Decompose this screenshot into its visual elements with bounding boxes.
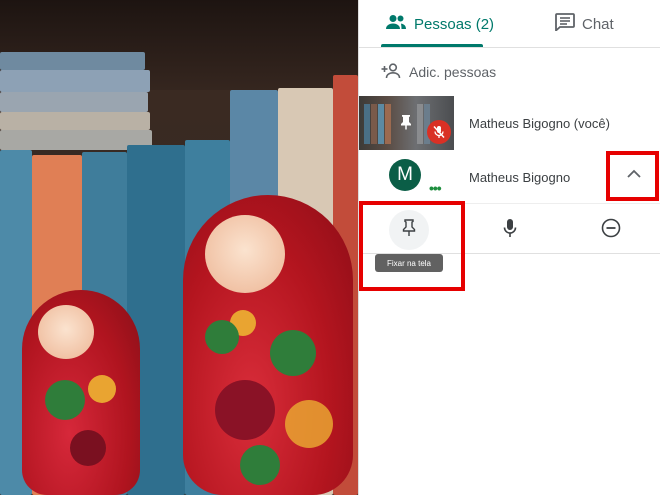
remove-participant-button[interactable] xyxy=(591,210,631,250)
speaking-indicator: ••• xyxy=(429,180,442,196)
pin-icon xyxy=(402,218,416,242)
small-doll-face xyxy=(38,305,94,359)
doll-flower xyxy=(240,445,280,485)
pin-icon xyxy=(399,114,413,130)
main-video-feed xyxy=(0,0,358,495)
active-tab-indicator xyxy=(381,44,483,47)
participant-name: Matheus Bigogno xyxy=(469,170,571,185)
doll-flower xyxy=(270,330,316,376)
book-spine xyxy=(371,104,377,144)
doll-flower xyxy=(205,320,239,354)
people-icon xyxy=(385,14,407,34)
participant-row-self[interactable]: Matheus Bigogno (você) xyxy=(359,96,660,150)
doll-flower xyxy=(88,375,116,403)
add-person-icon xyxy=(381,62,403,82)
people-panel: Pessoas (2) Chat Adic. pessoas Matheus B… xyxy=(358,0,660,495)
pin-to-screen-button[interactable] xyxy=(389,210,429,250)
add-people-label: Adic. pessoas xyxy=(409,64,497,80)
participant-row[interactable]: M ••• Matheus Bigogno xyxy=(359,150,660,202)
book-stack xyxy=(0,70,150,92)
doll-flower xyxy=(70,430,106,466)
mic-icon xyxy=(503,218,517,243)
mute-participant-button[interactable] xyxy=(490,210,530,250)
doll-flower xyxy=(215,380,275,440)
chevron-up-icon xyxy=(627,165,641,183)
participant-video-thumbnail xyxy=(359,96,454,150)
tab-people-label: Pessoas (2) xyxy=(414,15,495,33)
book-stack xyxy=(0,92,148,112)
tab-chat-label: Chat xyxy=(582,15,614,33)
large-doll-face xyxy=(205,215,285,293)
book-spine xyxy=(378,104,384,144)
pin-tooltip: Fixar na tela xyxy=(375,254,443,272)
add-people-button[interactable]: Adic. pessoas xyxy=(381,58,496,86)
chat-icon xyxy=(555,13,575,35)
mic-off-icon xyxy=(427,120,451,144)
tab-people[interactable]: Pessoas (2) xyxy=(385,0,494,48)
participant-name: Matheus Bigogno (você) xyxy=(469,116,610,131)
panel-tabs: Pessoas (2) Chat xyxy=(359,0,660,48)
book-stack xyxy=(0,52,145,70)
book-stack xyxy=(0,112,150,130)
avatar: M xyxy=(389,159,421,191)
avatar-letter: M xyxy=(397,164,413,185)
book-spine xyxy=(364,104,370,144)
book-spine xyxy=(417,104,423,144)
tab-chat[interactable]: Chat xyxy=(555,0,614,48)
collapse-participant-button[interactable] xyxy=(609,150,659,198)
participant-actions xyxy=(359,203,660,254)
doll-flower xyxy=(45,380,85,420)
remove-icon xyxy=(601,218,621,243)
book-spine xyxy=(385,104,391,144)
doll-flower xyxy=(285,400,333,448)
